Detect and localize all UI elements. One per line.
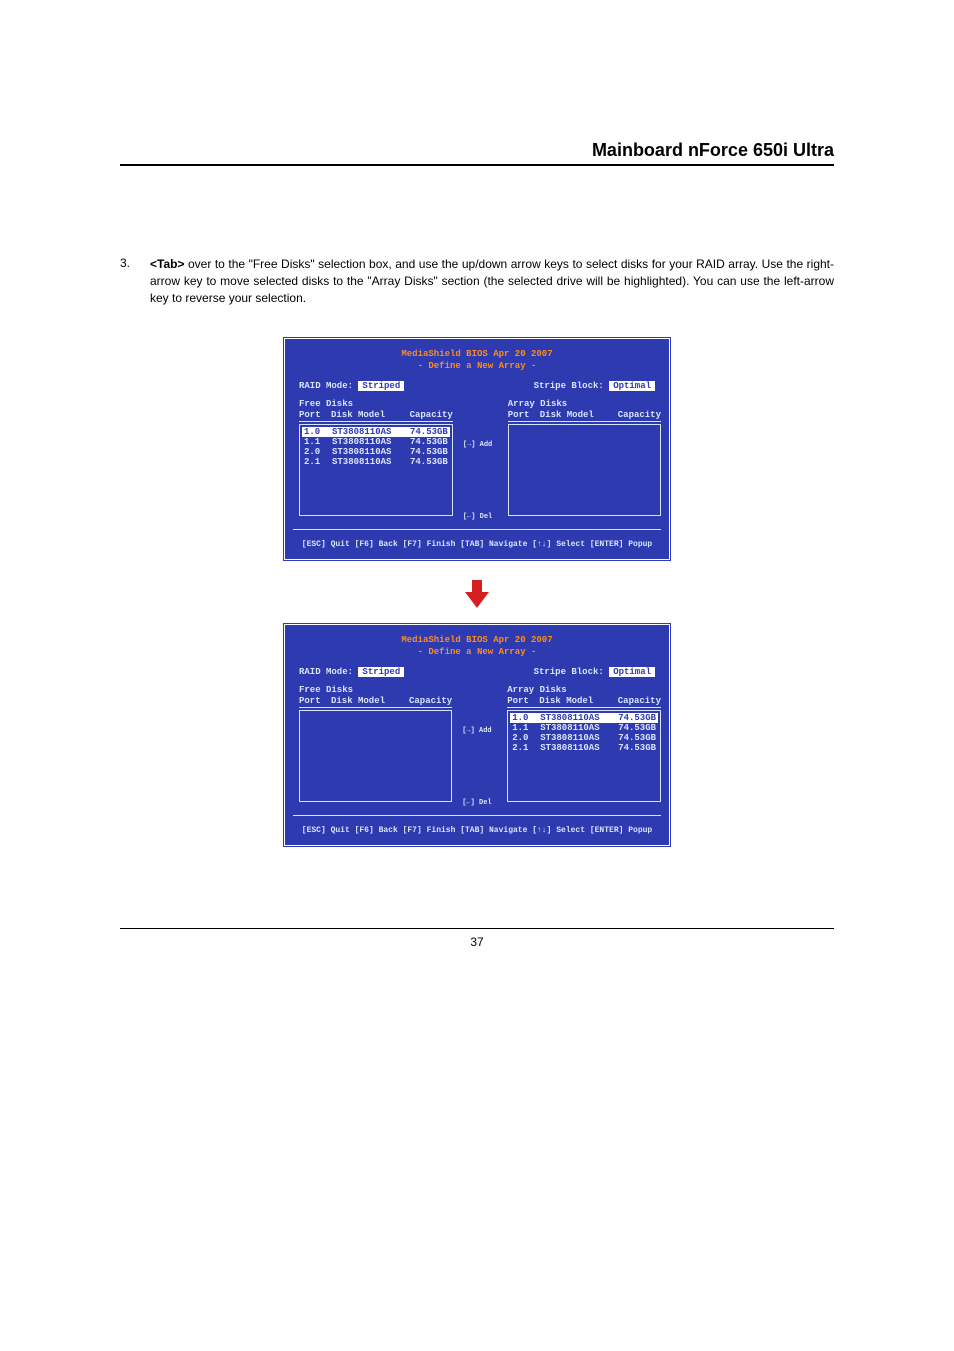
instruction-number: 3. [120,256,150,306]
col-capacity: Capacity [409,696,452,706]
free-disks-label: Free Disks [299,399,453,409]
disk-model: ST3808110AS [332,457,410,467]
stripe-block-group: Stripe Block: Optimal [534,667,655,677]
stripe-block-value[interactable]: Optimal [609,667,655,677]
disk-row[interactable]: 2.1 ST3808110AS 74.53GB [510,743,658,753]
free-disks-list[interactable] [299,710,452,802]
disk-capacity: 74.53GB [410,447,448,457]
col-model: Disk Model [331,410,409,420]
del-hint: [←] Del [463,513,498,521]
col-model: Disk Model [331,696,409,706]
array-disks-label: Array Disks [508,399,661,409]
disk-row[interactable]: 2.0 ST3808110AS 74.53GB [510,733,658,743]
disk-row[interactable]: 1.1 ST3808110AS 74.53GB [302,437,450,447]
free-disks-column: Free Disks Port Disk Model Capacity [299,685,452,807]
disk-port: 1.1 [304,437,332,447]
tab-key-label: <Tab> [150,257,184,271]
stripe-block-group: Stripe Block: Optimal [534,381,655,391]
stripe-block-label: Stripe Block: [534,381,604,391]
raid-mode-group: RAID Mode: Striped [299,667,404,677]
page-header-title: Mainboard nForce 650i Ultra [120,140,834,166]
middle-hints: [→] Add [←] Del [462,685,497,807]
disk-capacity: 74.53GB [410,437,448,447]
instruction-text: <Tab> over to the "Free Disks" selection… [150,256,834,306]
arrow-down-icon [465,592,489,608]
disk-row[interactable]: 1.0 ST3808110AS 74.53GB [510,713,658,723]
middle-hints: [→] Add [←] Del [463,399,498,521]
array-disks-column: Array Disks Port Disk Model Capacity 1.0… [507,685,661,807]
col-capacity: Capacity [409,410,453,420]
col-port: Port [508,410,540,420]
disk-capacity: 74.53GB [618,743,656,753]
disk-row[interactable]: 1.1 ST3808110AS 74.53GB [510,723,658,733]
disk-model: ST3808110AS [332,437,410,447]
bios-screen-before: MediaShield BIOS Apr 20 2007 - Define a … [282,336,672,562]
bios-title: MediaShield BIOS Apr 20 2007 [285,625,669,647]
disk-capacity: 74.53GB [618,713,656,723]
col-port: Port [507,696,539,706]
disk-model: ST3808110AS [540,723,618,733]
raid-mode-label: RAID Mode: [299,667,353,677]
instruction-rest: over to the "Free Disks" selection box, … [150,257,834,305]
col-model: Disk Model [540,410,618,420]
raid-mode-value[interactable]: Striped [358,667,404,677]
free-disks-column: Free Disks Port Disk Model Capacity 1.0 … [299,399,453,521]
bios-title: MediaShield BIOS Apr 20 2007 [285,339,669,361]
stripe-block-value[interactable]: Optimal [609,381,655,391]
disk-port: 1.0 [512,713,540,723]
disk-port: 2.0 [512,733,540,743]
array-disks-list[interactable] [508,424,661,516]
stripe-block-label: Stripe Block: [534,667,604,677]
raid-mode-label: RAID Mode: [299,381,353,391]
page-number: 37 [120,928,834,949]
disk-model: ST3808110AS [540,713,618,723]
free-disks-list[interactable]: 1.0 ST3808110AS 74.53GB 1.1 ST3808110AS … [299,424,453,516]
col-model: Disk Model [539,696,617,706]
free-disks-label: Free Disks [299,685,452,695]
disk-capacity: 74.53GB [618,723,656,733]
raid-mode-value[interactable]: Striped [358,381,404,391]
disk-capacity: 74.53GB [410,427,448,437]
instruction-block: 3. <Tab> over to the "Free Disks" select… [120,256,834,306]
add-hint: [→] Add [462,727,497,735]
bios-screen-after: MediaShield BIOS Apr 20 2007 - Define a … [282,622,672,848]
disk-row[interactable]: 2.0 ST3808110AS 74.53GB [302,447,450,457]
bios-footer: [ESC] Quit [F6] Back [F7] Finish [TAB] N… [293,815,661,845]
bios-subtitle: - Define a New Array - [285,647,669,667]
add-hint: [→] Add [463,441,498,449]
disk-model: ST3808110AS [540,743,618,753]
disk-row[interactable]: 2.1 ST3808110AS 74.53GB [302,457,450,467]
disk-capacity: 74.53GB [618,733,656,743]
array-disks-column: Array Disks Port Disk Model Capacity [508,399,661,521]
bios-footer: [ESC] Quit [F6] Back [F7] Finish [TAB] N… [293,529,661,559]
disk-model: ST3808110AS [332,447,410,457]
col-port: Port [299,696,331,706]
bios-subtitle: - Define a New Array - [285,361,669,381]
col-capacity: Capacity [617,696,661,706]
disk-port: 2.1 [512,743,540,753]
disk-port: 2.1 [304,457,332,467]
col-capacity: Capacity [618,410,661,420]
disk-model: ST3808110AS [332,427,410,437]
disk-row[interactable]: 1.0 ST3808110AS 74.53GB [302,427,450,437]
disk-port: 2.0 [304,447,332,457]
array-disks-list[interactable]: 1.0 ST3808110AS 74.53GB 1.1 ST3808110AS … [507,710,661,802]
disk-port: 1.0 [304,427,332,437]
del-hint: [←] Del [462,799,497,807]
disk-model: ST3808110AS [540,733,618,743]
disk-capacity: 74.53GB [410,457,448,467]
raid-mode-group: RAID Mode: Striped [299,381,404,391]
array-disks-label: Array Disks [507,685,661,695]
disk-port: 1.1 [512,723,540,733]
col-port: Port [299,410,331,420]
